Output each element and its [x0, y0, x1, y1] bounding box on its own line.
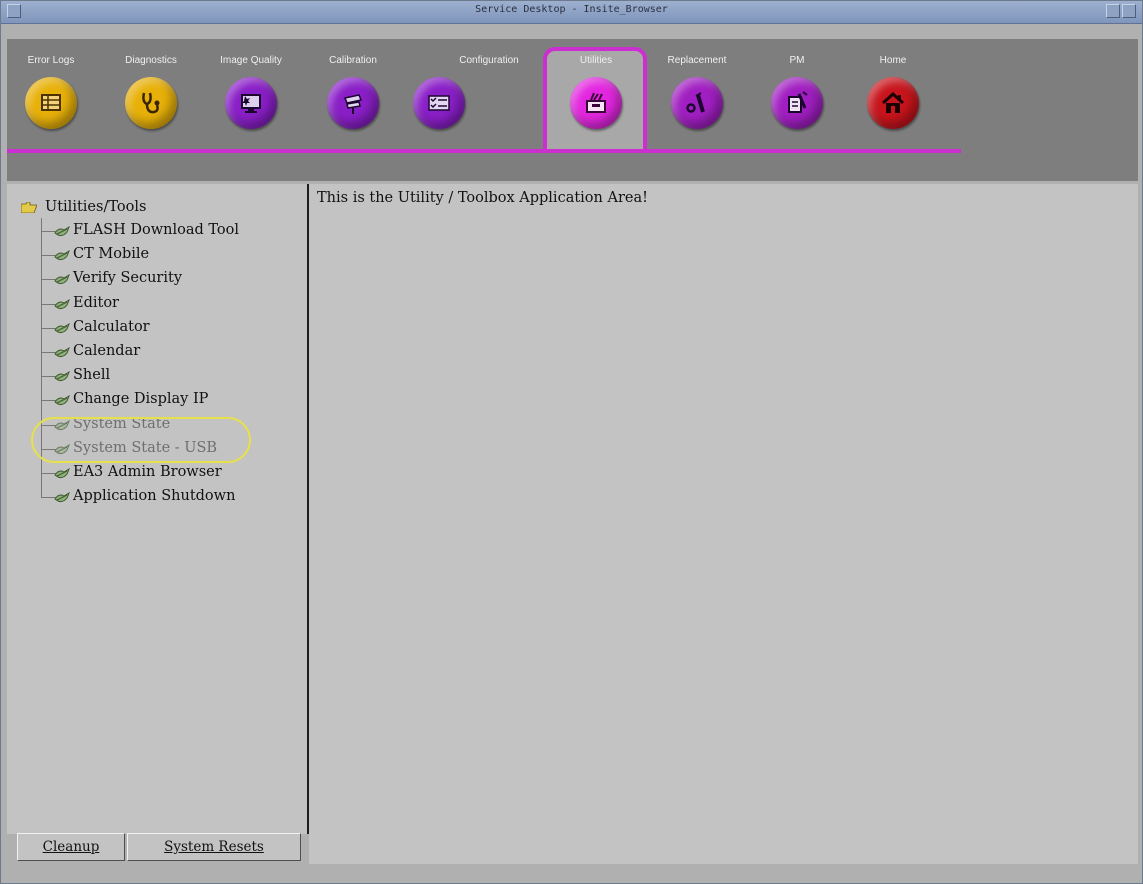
tree-item-flash-download-tool[interactable]: FLASH Download Tool	[21, 218, 239, 242]
toolbox-icon	[570, 77, 622, 129]
tab-label: PM	[789, 55, 805, 66]
tab-label: Diagnostics	[125, 55, 177, 66]
tree-item-system-state[interactable]: System State	[21, 411, 239, 436]
tool-icon	[54, 322, 70, 333]
tool-icon	[54, 370, 70, 382]
tree-item-label: System State	[73, 415, 171, 432]
tool-icon	[54, 225, 70, 237]
pm-icon	[771, 77, 823, 129]
application-area-message: This is the Utility / Toolbox Applicatio…	[317, 190, 648, 206]
tool-icon	[54, 250, 70, 261]
tool-icon	[54, 274, 70, 285]
tree-item-change-display-ip[interactable]: Change Display IP	[21, 387, 239, 411]
application-area: This is the Utility / Toolbox Applicatio…	[309, 184, 1138, 864]
tab-configuration[interactable]: Configuration	[413, 55, 539, 145]
active-tab-band	[7, 149, 961, 153]
tool-icon	[54, 467, 70, 478]
calibration-icon	[327, 77, 379, 129]
tool-icon	[54, 491, 70, 503]
tab-label: Utilities	[579, 55, 613, 66]
tab-label: Replacement	[667, 55, 727, 66]
monitor-icon	[225, 77, 277, 129]
open-folder-icon	[21, 202, 37, 213]
home-icon	[867, 77, 919, 129]
tab-image-quality[interactable]: Image Quality	[201, 55, 301, 145]
minimize-button[interactable]	[1106, 4, 1120, 18]
tree-item-label: Editor	[73, 294, 119, 311]
tab-label: Home	[879, 55, 907, 66]
tab-diagnostics[interactable]: Diagnostics	[101, 55, 201, 145]
error-logs-icon	[25, 77, 77, 129]
tree-item-shell[interactable]: Shell	[21, 363, 239, 387]
tab-error-logs[interactable]: Error Logs	[1, 55, 101, 145]
tab-home[interactable]: Home	[843, 55, 943, 145]
tree-item-calculator[interactable]: Calculator	[21, 314, 239, 339]
cleanup-button[interactable]: Cleanup	[17, 833, 125, 861]
tree-item-label: CT Mobile	[73, 246, 150, 263]
tree-item-label: Shell	[73, 367, 111, 384]
tab-label: Error Logs	[27, 55, 75, 66]
tree-item-system-state-usb[interactable]: System State - USB	[21, 435, 239, 460]
tree-item-label: FLASH Download Tool	[73, 222, 239, 238]
window-title: Service Desktop - Insite_Browser	[475, 4, 668, 15]
tool-icon	[54, 298, 70, 309]
tree-item-ct-mobile[interactable]: CT Mobile	[21, 242, 239, 266]
tree-item-label: System State - USB	[73, 439, 218, 456]
tree-item-calendar[interactable]: Calendar	[21, 338, 239, 363]
tree-root-label: Utilities/Tools	[45, 199, 147, 215]
tab-label: Image Quality	[220, 55, 282, 66]
tab-calibration[interactable]: Calibration	[303, 55, 403, 145]
service-desktop-window: Service Desktop - Insite_Browser Error L…	[0, 0, 1143, 884]
tab-pm[interactable]: PM	[747, 55, 847, 145]
tree-item-editor[interactable]: Editor	[21, 290, 239, 315]
tree-item-label: Change Display IP	[73, 391, 209, 408]
tree-item-verify-security[interactable]: Verify Security	[21, 266, 239, 290]
wrench-icon	[671, 77, 723, 129]
tree-root-utilities-tools[interactable]: Utilities/Tools	[21, 196, 239, 218]
tool-icon	[54, 443, 70, 454]
tab-label: Calibration	[329, 55, 377, 66]
tab-toolbar: Error Logs Diagnostics Image Quality Cal…	[7, 39, 1138, 181]
tool-icon	[54, 346, 70, 357]
tab-utilities[interactable]: Utilities	[546, 55, 646, 145]
maximize-button[interactable]	[1122, 4, 1136, 18]
tree-item-label: Calendar	[73, 342, 141, 359]
title-bar: Service Desktop - Insite_Browser	[1, 1, 1142, 24]
system-resets-button[interactable]: System Resets	[127, 833, 301, 861]
checklist-icon	[413, 77, 465, 129]
tree-item-label: Verify Security	[73, 270, 183, 287]
tool-icon	[54, 419, 70, 430]
tools-tree: Utilities/Tools FLASH Download Tool CT M…	[21, 196, 239, 508]
tool-icon	[54, 395, 70, 406]
tree-item-label: Calculator	[73, 318, 150, 335]
tree-item-ea3-admin-browser[interactable]: EA3 Admin Browser	[21, 459, 239, 484]
stethoscope-icon	[125, 77, 177, 129]
tools-sidebar: Utilities/Tools FLASH Download Tool CT M…	[7, 184, 309, 834]
tab-label: Configuration	[459, 55, 519, 66]
tab-replacement[interactable]: Replacement	[647, 55, 747, 145]
tree-item-label: EA3 Admin Browser	[73, 463, 222, 480]
tree-item-application-shutdown[interactable]: Application Shutdown	[21, 484, 239, 508]
tree-item-label: Application Shutdown	[73, 488, 236, 505]
